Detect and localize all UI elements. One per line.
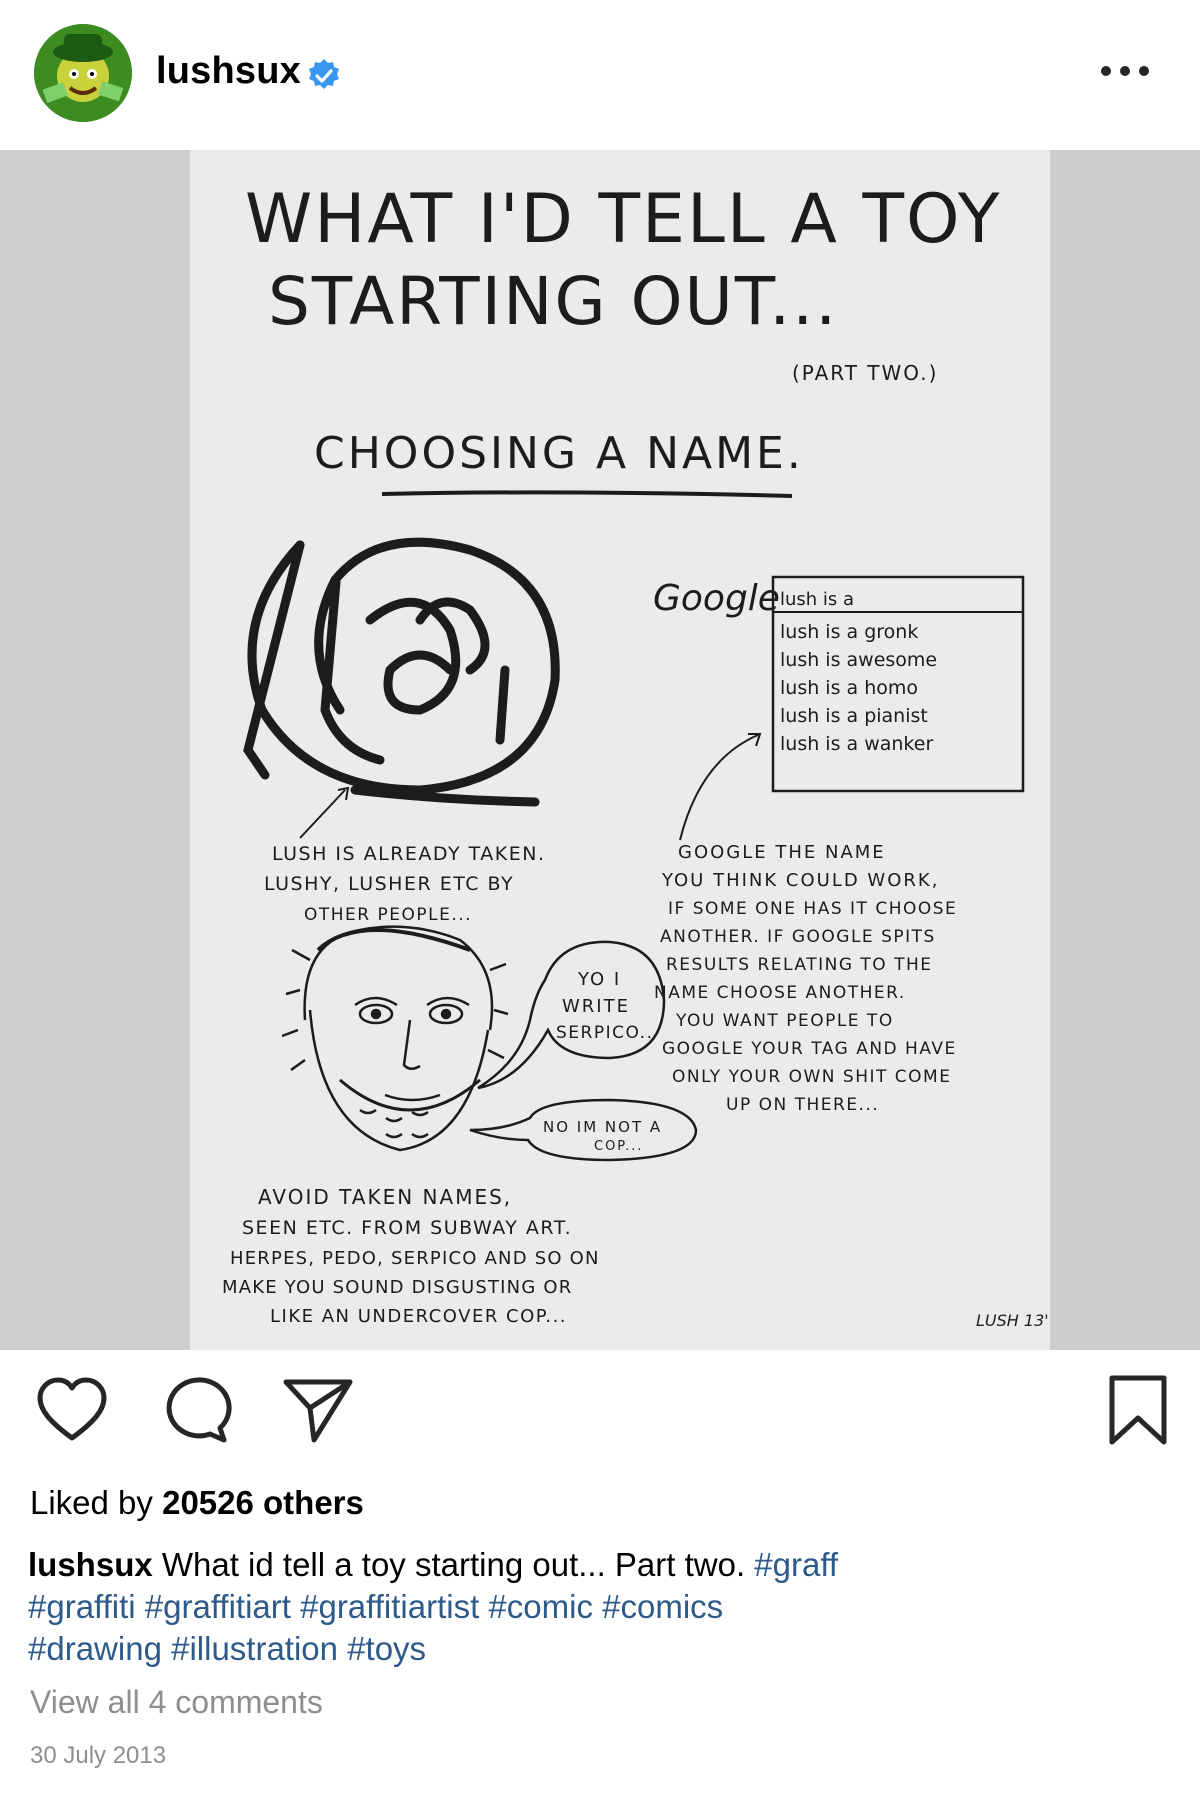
bottom-note-line: HERPES, PEDO, SERPICO AND SO ON [230, 1248, 600, 1269]
left-note-line: LUSH IS ALREADY TAKEN. [272, 843, 546, 865]
right-note-line: YOU THINK COULD WORK, [661, 870, 939, 891]
bottom-note-line: AVOID TAKEN NAMES, [258, 1185, 512, 1209]
artist-signature: LUSH 13' [976, 1311, 1049, 1330]
post-header: lushsux [0, 0, 1200, 150]
hashtag-link[interactable]: #graffiti [28, 1588, 136, 1625]
bubble1-line: WRITE [562, 996, 630, 1017]
right-note-line: ANOTHER. IF GOOGLE SPITS [660, 927, 936, 947]
bubble1-line: YO I [577, 969, 621, 990]
bubble2-line: COP... [594, 1139, 644, 1154]
caption-username[interactable]: lushsux [28, 1546, 153, 1583]
google-search-text: lush is a [780, 589, 854, 610]
bubble2-line: NO IM NOT A [543, 1118, 662, 1136]
avatar[interactable] [34, 24, 132, 122]
view-all-comments-link[interactable]: View all 4 comments [30, 1684, 323, 1721]
likes-count[interactable]: Liked by 20526 others [30, 1484, 364, 1522]
hashtag-link[interactable]: #graff [754, 1546, 838, 1583]
left-note-line: OTHER PEOPLE... [304, 905, 472, 925]
comment-icon[interactable] [158, 1370, 238, 1450]
more-options-icon[interactable] [1098, 56, 1152, 86]
verified-badge-icon [309, 59, 339, 89]
hashtag-link[interactable]: #graffitiartist [300, 1588, 479, 1625]
bookmark-icon[interactable] [1098, 1370, 1178, 1450]
right-note-line: GOOGLE THE NAME [678, 842, 886, 863]
hashtag-link[interactable]: #toys [347, 1630, 426, 1667]
hashtag-link[interactable]: #drawing [28, 1630, 162, 1667]
hashtag-link[interactable]: #comic [488, 1588, 593, 1625]
bottom-note-line: SEEN ETC. FROM SUBWAY ART. [242, 1217, 572, 1239]
drawing-heading: CHOOSING A NAME. [314, 428, 804, 479]
right-note-line: YOU WANT PEOPLE TO [675, 1011, 894, 1031]
google-suggestion: lush is a pianist [780, 705, 928, 727]
left-note-line: LUSHY, LUSHER ETC BY [264, 873, 514, 895]
bottom-note-line: LIKE AN UNDERCOVER COP... [270, 1306, 567, 1327]
drawing-title-line2: STARTING OUT... [268, 263, 838, 340]
right-note-line: GOOGLE YOUR TAG AND HAVE [662, 1039, 957, 1059]
drawing-title-line1: WHAT I'D TELL A TOY [245, 180, 1001, 259]
post-actions [0, 1370, 1200, 1450]
paper-plane-icon[interactable] [278, 1370, 358, 1450]
right-note-line: RESULTS RELATING TO THE [666, 955, 933, 975]
right-note-line: ONLY YOUR OWN SHIT COME [672, 1067, 951, 1087]
bottom-note-line: MAKE YOU SOUND DISGUSTING OR [222, 1277, 573, 1298]
likes-prefix: Liked by [30, 1484, 163, 1521]
google-suggestion: lush is a homo [780, 677, 918, 699]
hashtag-link[interactable]: #graffitiart [145, 1588, 291, 1625]
google-logo: Google [653, 578, 780, 619]
drawing-part: (PART TWO.) [792, 361, 938, 385]
likes-others[interactable]: 20526 others [162, 1484, 364, 1521]
username[interactable]: lushsux [156, 50, 301, 93]
right-note-line: NAME CHOOSE ANOTHER. [654, 983, 906, 1003]
heart-icon[interactable] [32, 1370, 112, 1450]
post-caption: lushsux What id tell a toy starting out.… [28, 1544, 1028, 1670]
right-note-line: IF SOME ONE HAS IT CHOOSE [668, 899, 957, 919]
right-note-line: UP ON THERE... [726, 1095, 879, 1115]
bubble1-line: SERPICO.. [556, 1023, 653, 1043]
caption-text: What id tell a toy starting out... Part … [152, 1546, 755, 1583]
hashtag-link[interactable]: #illustration [171, 1630, 338, 1667]
google-suggestion: lush is a gronk [780, 621, 918, 643]
hashtag-link[interactable]: #comics [602, 1588, 723, 1625]
google-suggestion: lush is a wanker [780, 733, 933, 755]
post-date: 30 July 2013 [30, 1742, 167, 1769]
google-suggestion: lush is awesome [780, 649, 937, 671]
post-photo[interactable]: WHAT I'D TELL A TOY STARTING OUT... (PAR… [0, 150, 1200, 1350]
